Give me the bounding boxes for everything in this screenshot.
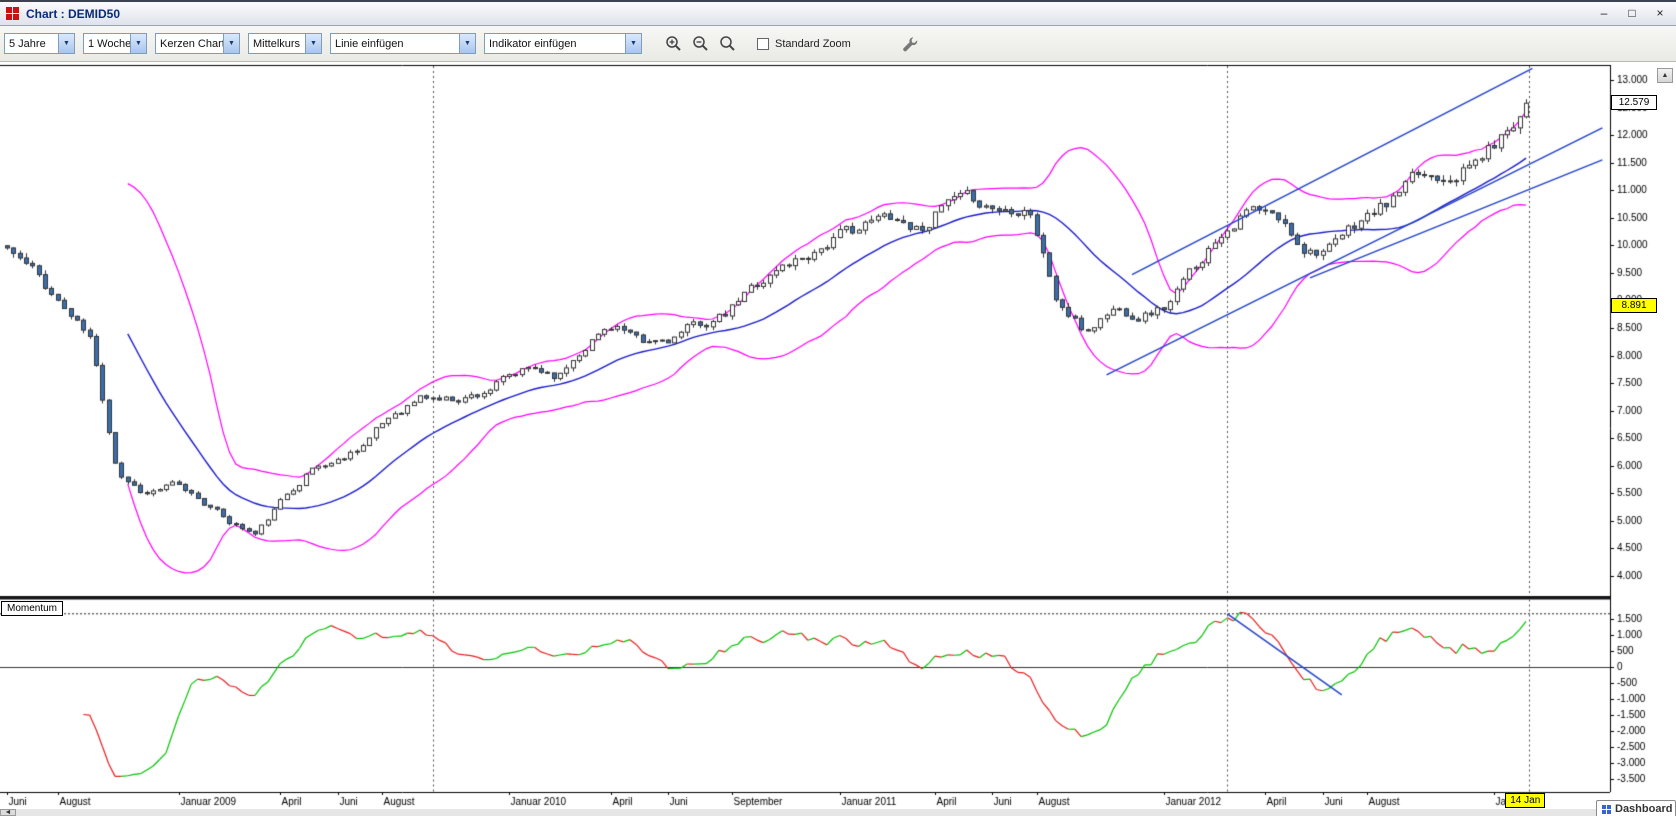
dashboard-grid-icon <box>1602 805 1611 814</box>
dropdown-arrow-icon: ▼ <box>58 34 74 53</box>
period-select[interactable]: 5 Jahre ▼ <box>4 33 75 54</box>
chart-type-value: Kerzen Chart <box>156 38 223 50</box>
standard-zoom-checkbox[interactable] <box>757 38 769 50</box>
minimize-button[interactable]: – <box>1594 5 1614 22</box>
chart-area[interactable]: 12.579 8.891 Momentum 14 Jan ▲ ◄ Dashboa… <box>0 64 1676 816</box>
last-price-tag: 12.579 <box>1611 95 1657 110</box>
dropdown-arrow-icon: ▼ <box>223 34 239 53</box>
maximize-button[interactable]: □ <box>1622 5 1642 22</box>
horizontal-scrollbar[interactable]: ◄ <box>0 809 1676 816</box>
current-date-tag: 14 Jan <box>1505 793 1545 808</box>
price-chart-canvas[interactable] <box>0 64 1676 816</box>
titlebar[interactable]: Chart : DEMID50 – □ × <box>0 2 1676 26</box>
dashboard-label: Dashboard <box>1615 803 1672 815</box>
period-value: 5 Jahre <box>5 38 58 50</box>
insert-indicator-value: Indikator einfügen <box>485 38 625 50</box>
interval-select[interactable]: 1 Woche ▼ <box>83 33 147 54</box>
interval-value: 1 Woche <box>84 38 130 50</box>
chart-type-select[interactable]: Kerzen Chart ▼ <box>155 33 240 54</box>
alert-price-tag: 8.891 <box>1611 298 1657 313</box>
app-logo-icon <box>6 7 19 20</box>
scroll-up-button[interactable]: ▲ <box>1657 68 1673 83</box>
dropdown-arrow-icon: ▼ <box>305 34 321 53</box>
zoom-reset-icon <box>719 35 736 52</box>
insert-line-value: Linie einfügen <box>331 38 459 50</box>
close-button[interactable]: × <box>1650 5 1670 22</box>
wrench-icon <box>902 36 918 52</box>
dropdown-arrow-icon: ▼ <box>130 34 146 53</box>
zoom-out-icon <box>692 35 709 52</box>
chart-settings-button[interactable] <box>899 33 922 55</box>
price-basis-value: Mittelkurs <box>249 38 305 50</box>
zoom-in-button[interactable] <box>662 33 685 55</box>
dropdown-arrow-icon: ▼ <box>625 34 641 53</box>
price-basis-select[interactable]: Mittelkurs ▼ <box>248 33 322 54</box>
zoom-in-icon <box>665 35 682 52</box>
window-controls: – □ × <box>1594 5 1670 22</box>
insert-indicator-select[interactable]: Indikator einfügen ▼ <box>484 33 642 54</box>
chart-window: Chart : DEMID50 – □ × 5 Jahre ▼ 1 Woche … <box>0 0 1676 814</box>
dropdown-arrow-icon: ▼ <box>459 34 475 53</box>
window-title: Chart : DEMID50 <box>26 7 120 21</box>
zoom-out-button[interactable] <box>689 33 712 55</box>
zoom-controls <box>662 33 739 55</box>
standard-zoom-label: Standard Zoom <box>775 38 851 50</box>
momentum-panel-label: Momentum <box>1 601 63 616</box>
insert-line-select[interactable]: Linie einfügen ▼ <box>330 33 476 54</box>
scroll-left-button[interactable]: ◄ <box>0 809 16 816</box>
panel-splitter[interactable] <box>0 594 1610 601</box>
toolbar: 5 Jahre ▼ 1 Woche ▼ Kerzen Chart ▼ Mitte… <box>0 26 1676 62</box>
zoom-reset-button[interactable] <box>716 33 739 55</box>
